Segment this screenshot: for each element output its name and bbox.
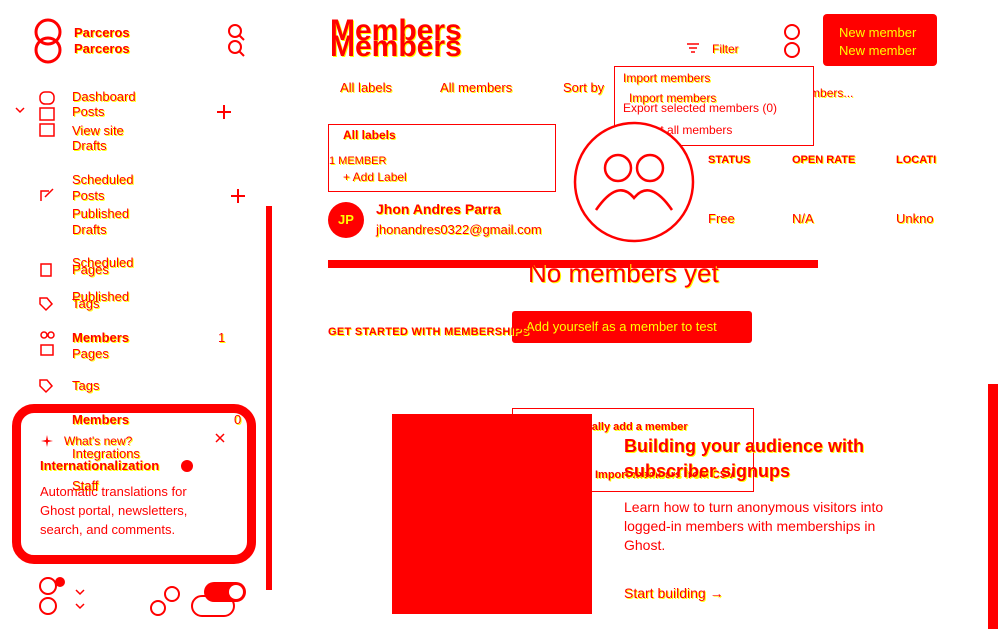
settings-icon[interactable]: [782, 22, 802, 62]
member-status: Free: [708, 211, 735, 226]
theme-toggle[interactable]: [190, 580, 250, 620]
add-yourself-label: Add yourself as a member to test: [526, 319, 717, 334]
sidebar-item-scheduled[interactable]: Scheduled: [72, 172, 133, 187]
member-name[interactable]: Jhon Andres Parra: [376, 201, 501, 217]
label-popover-title: All labels: [343, 128, 396, 142]
page-title-echo: Members: [330, 30, 462, 63]
sidebar-item-dashboard[interactable]: Dashboard: [72, 89, 136, 104]
sidebar-item-pages[interactable]: Pages: [72, 262, 109, 277]
search-icon[interactable]: [226, 22, 246, 58]
import-members-item[interactable]: Import members: [623, 71, 710, 85]
member-count: 1 MEMBER: [329, 155, 387, 167]
member-location: Unkno: [896, 211, 934, 226]
brand-name: Parceros: [74, 25, 130, 40]
sidebar-item-tags[interactable]: Tags: [72, 296, 99, 311]
member-open-rate: N/A: [792, 211, 814, 226]
sort-by-select[interactable]: Sort by: [563, 80, 604, 95]
new-member-label: New member: [839, 25, 917, 40]
members-icon: [38, 330, 56, 356]
sidebar-item-pages-2[interactable]: Pages: [72, 346, 109, 361]
col-status[interactable]: STATUS: [708, 154, 750, 166]
sidebar-item-members[interactable]: Members: [72, 330, 129, 345]
member-email: jhonandres0322@gmail.com: [376, 222, 542, 237]
add-yourself-button[interactable]: Add yourself as a member to test: [512, 311, 752, 343]
tag-icon: [38, 296, 54, 312]
sparkle-icon: [40, 434, 54, 448]
avatar[interactable]: [36, 576, 66, 626]
all-members-select[interactable]: All members: [440, 80, 512, 95]
chevron-down-icon-2[interactable]: [74, 586, 86, 612]
new-post-plus-icon-2[interactable]: [230, 188, 246, 204]
tag-icon-secondary: [38, 378, 54, 394]
sidebar-item-drafts[interactable]: Drafts: [72, 138, 107, 153]
new-dot-badge: [181, 460, 193, 472]
page-icon: [38, 262, 54, 278]
avatar-initials[interactable]: JP: [328, 202, 364, 238]
close-icon[interactable]: [214, 432, 226, 444]
whats-new-title[interactable]: Internationalization: [40, 458, 159, 473]
sidebar-item-drafts-2[interactable]: Drafts: [72, 222, 107, 237]
whats-new-body: Automatic translations for Ghost portal,…: [40, 484, 188, 537]
export-selected-item[interactable]: Export selected members (0): [623, 101, 777, 115]
members-count-badge: 1: [218, 330, 226, 345]
chevron-down-icon[interactable]: [14, 104, 26, 116]
empty-state-title: No members yet: [528, 258, 719, 288]
card-body: Learn how to turn anonymous visitors int…: [624, 499, 884, 553]
new-member-label-echo: New member: [839, 43, 917, 58]
col-open-rate[interactable]: OPEN RATE: [792, 154, 855, 166]
start-building-link[interactable]: Start building →: [624, 585, 724, 601]
col-location[interactable]: LOCATI: [896, 154, 936, 166]
members-placeholder-icon: [572, 120, 706, 244]
filter-button[interactable]: Filter: [712, 42, 739, 56]
sidebar-item-published[interactable]: Published: [72, 206, 129, 221]
sidebar-scrollbar-thumb[interactable]: [266, 206, 272, 590]
card-image: [392, 414, 592, 614]
pencil-icon: [38, 186, 56, 204]
new-member-button[interactable]: New member New member: [823, 14, 937, 66]
brand-name-echo: Parceros: [74, 41, 130, 56]
whats-new-heading: What's new?: [64, 434, 133, 448]
label-popover: All labels 1 MEMBER + Add Label: [328, 124, 556, 192]
sidebar-item-posts[interactable]: Posts: [72, 104, 105, 119]
home-icon: [38, 90, 56, 138]
sidebar-item-tags-2[interactable]: Tags: [72, 378, 99, 393]
add-label-button[interactable]: + Add Label: [343, 170, 407, 184]
card-title[interactable]: Building your audience with subscriber s…: [624, 434, 894, 484]
gear-icon[interactable]: [148, 584, 184, 620]
main-scrollbar[interactable]: [988, 384, 998, 629]
brand-logo[interactable]: [28, 18, 68, 66]
sidebar-item-view-site[interactable]: View site: [72, 123, 124, 138]
sidebar-item-posts-2[interactable]: Posts: [72, 188, 105, 203]
new-post-plus-icon[interactable]: [216, 104, 232, 120]
filter-icon[interactable]: [686, 42, 700, 54]
all-labels-select[interactable]: All labels: [340, 80, 392, 95]
get-started-heading: GET STARTED WITH MEMBERSHIPS: [328, 326, 530, 338]
